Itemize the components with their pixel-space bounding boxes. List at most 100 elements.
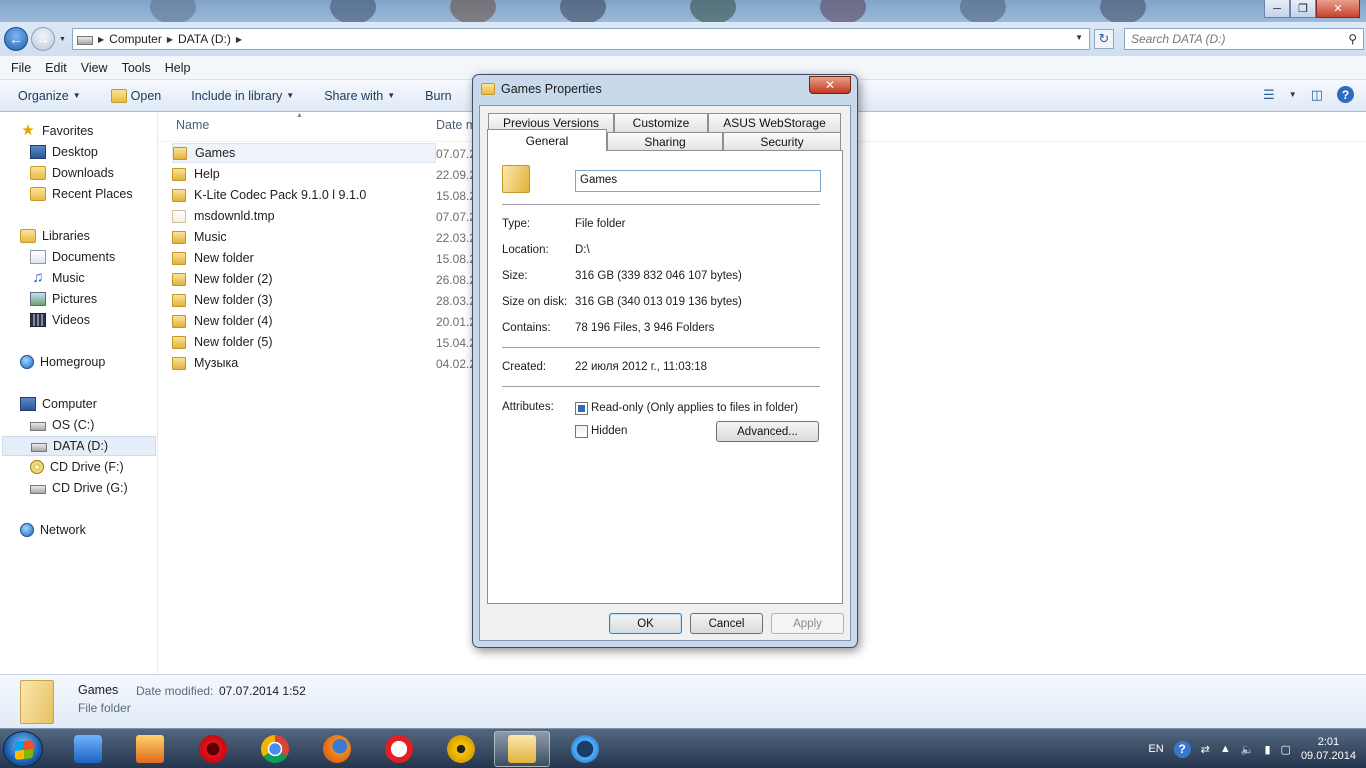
menu-edit[interactable]: Edit (45, 61, 67, 75)
nav-music[interactable]: ♫ Music (30, 268, 84, 288)
readonly-label[interactable]: Read-only (Only applies to files in fold… (591, 402, 798, 414)
column-header-date[interactable]: Date m (436, 118, 476, 132)
file-row[interactable]: New folder (4) (172, 311, 436, 331)
drive-icon (31, 443, 47, 452)
chrome-taskbar-button[interactable] (247, 731, 303, 767)
cancel-button[interactable]: Cancel (690, 613, 763, 634)
tab-security[interactable]: Security (723, 132, 841, 151)
file-row[interactable]: msdownld.tmp (172, 206, 436, 226)
address-dropdown-icon[interactable]: ▼ (1075, 33, 1083, 42)
file-row[interactable]: New folder (172, 248, 436, 268)
preview-pane-icon[interactable]: ◫ (1311, 87, 1323, 103)
nav-data-d[interactable]: DATA (D:) (2, 436, 156, 456)
minimize-button[interactable]: ─ (1264, 0, 1290, 18)
nav-videos[interactable]: Videos (30, 310, 90, 330)
burn-button[interactable]: Burn (425, 89, 451, 103)
contains-label: Contains: (502, 322, 551, 334)
installer-taskbar-button[interactable] (122, 731, 178, 767)
breadcrumb-separator-icon[interactable]: ▶ (236, 35, 242, 44)
tab-general[interactable]: General (487, 129, 607, 151)
dialog-close-button[interactable]: ✕ (809, 76, 851, 94)
file-row[interactable]: Games (172, 143, 436, 163)
tab-asus-webstorage[interactable]: ASUS WebStorage (708, 113, 841, 132)
recent-pages-dropdown-icon[interactable]: ▼ (59, 36, 66, 43)
breadcrumb-separator-icon[interactable]: ▶ (167, 35, 173, 44)
menu-view[interactable]: View (81, 61, 108, 75)
nav-os-c[interactable]: OS (C:) (30, 415, 94, 435)
tab-sharing[interactable]: Sharing (607, 132, 723, 151)
forward-button[interactable]: → (31, 27, 55, 51)
hidden-checkbox[interactable] (575, 425, 588, 438)
back-button[interactable]: ← (4, 27, 28, 51)
apply-button[interactable]: Apply (771, 613, 844, 634)
address-bar[interactable]: ▶ Computer ▶ DATA (D:) ▶ ▼ (72, 28, 1090, 50)
media-player-taskbar-button[interactable] (60, 731, 116, 767)
app-taskbar-button[interactable] (557, 731, 613, 767)
nav-recent-places[interactable]: Recent Places (30, 184, 133, 204)
nav-homegroup[interactable]: Homegroup (20, 352, 105, 372)
explorer-taskbar-button[interactable] (494, 731, 550, 767)
file-row[interactable]: Music (172, 227, 436, 247)
file-row[interactable]: New folder (3) (172, 290, 436, 310)
start-button[interactable] (3, 731, 43, 767)
menu-help[interactable]: Help (165, 61, 191, 75)
open-folder-icon (110, 88, 127, 103)
nav-cd-f-label: CD Drive (F:) (50, 460, 124, 474)
view-options-dropdown-icon[interactable]: ▼ (1289, 90, 1297, 99)
volume-icon[interactable]: 🔈 (1241, 743, 1255, 756)
yandex-taskbar-button[interactable] (371, 731, 427, 767)
nav-network[interactable]: Network (20, 520, 86, 540)
nav-favorites[interactable]: ★ Favorites (20, 121, 93, 141)
signal-icon[interactable]: ▮ (1264, 743, 1270, 756)
menu-file[interactable]: File (11, 61, 31, 75)
window-titlebar[interactable]: ─ ❐ ✕ (0, 0, 1366, 22)
file-row[interactable]: Help (172, 164, 436, 184)
nav-libraries[interactable]: Libraries (20, 226, 90, 246)
clock[interactable]: 2:01 09.07.2014 (1301, 735, 1356, 763)
breadcrumb-computer[interactable]: Computer (109, 32, 162, 46)
share-with-button[interactable]: Share with ▼ (324, 89, 395, 103)
breadcrumb-separator-icon[interactable]: ▶ (98, 35, 104, 44)
battery-icon[interactable]: ▢ (1281, 743, 1291, 756)
nav-computer[interactable]: Computer (20, 394, 97, 414)
include-in-library-button[interactable]: Include in library ▼ (191, 89, 294, 103)
hidden-label[interactable]: Hidden (591, 425, 627, 437)
size-label: Size: (502, 270, 528, 282)
media-taskbar-button[interactable] (433, 731, 489, 767)
show-hidden-icons-icon[interactable]: ▲ (1220, 743, 1231, 755)
menu-tools[interactable]: Tools (122, 61, 151, 75)
restore-button[interactable]: ❐ (1290, 0, 1316, 18)
close-button[interactable]: ✕ (1316, 0, 1360, 18)
breadcrumb-data-d[interactable]: DATA (D:) (178, 32, 231, 46)
folder-icon (172, 272, 186, 286)
network-tray-icon[interactable]: ⇄ (1201, 743, 1210, 756)
opera-taskbar-button[interactable] (185, 731, 241, 767)
nav-cd-f[interactable]: CD Drive (F:) (30, 457, 124, 477)
dialog-title: Games Properties (501, 82, 602, 96)
file-row[interactable]: New folder (2) (172, 269, 436, 289)
firefox-taskbar-button[interactable] (309, 731, 365, 767)
nav-desktop[interactable]: Desktop (30, 142, 98, 162)
folder-name-input[interactable]: Games (575, 170, 821, 192)
file-row[interactable]: Музыка (172, 353, 436, 373)
file-row[interactable]: K-Lite Codec Pack 9.1.0 l 9.1.0 (172, 185, 436, 205)
help-icon[interactable]: ? (1337, 86, 1354, 103)
nav-cd-g[interactable]: CD Drive (G:) (30, 478, 128, 498)
nav-downloads[interactable]: Downloads (30, 163, 114, 183)
readonly-checkbox[interactable] (575, 402, 588, 415)
help-tray-icon[interactable]: ? (1173, 740, 1191, 758)
search-input[interactable]: Search DATA (D:) ⚲ (1124, 28, 1364, 50)
refresh-button[interactable]: ↻ (1094, 29, 1114, 49)
nav-pictures[interactable]: Pictures (30, 289, 97, 309)
change-view-icon[interactable]: ☰ (1263, 87, 1275, 103)
tab-customize[interactable]: Customize (614, 113, 708, 132)
language-indicator[interactable]: EN (1148, 743, 1163, 755)
search-icon[interactable]: ⚲ (1348, 32, 1357, 46)
organize-button[interactable]: Organize ▼ (18, 89, 81, 103)
advanced-button[interactable]: Advanced... (716, 421, 819, 442)
nav-documents[interactable]: Documents (30, 247, 115, 267)
column-header-name[interactable]: Name (176, 118, 209, 132)
ok-button[interactable]: OK (609, 613, 682, 634)
open-button[interactable]: Open (110, 88, 161, 103)
file-row[interactable]: New folder (5) (172, 332, 436, 352)
